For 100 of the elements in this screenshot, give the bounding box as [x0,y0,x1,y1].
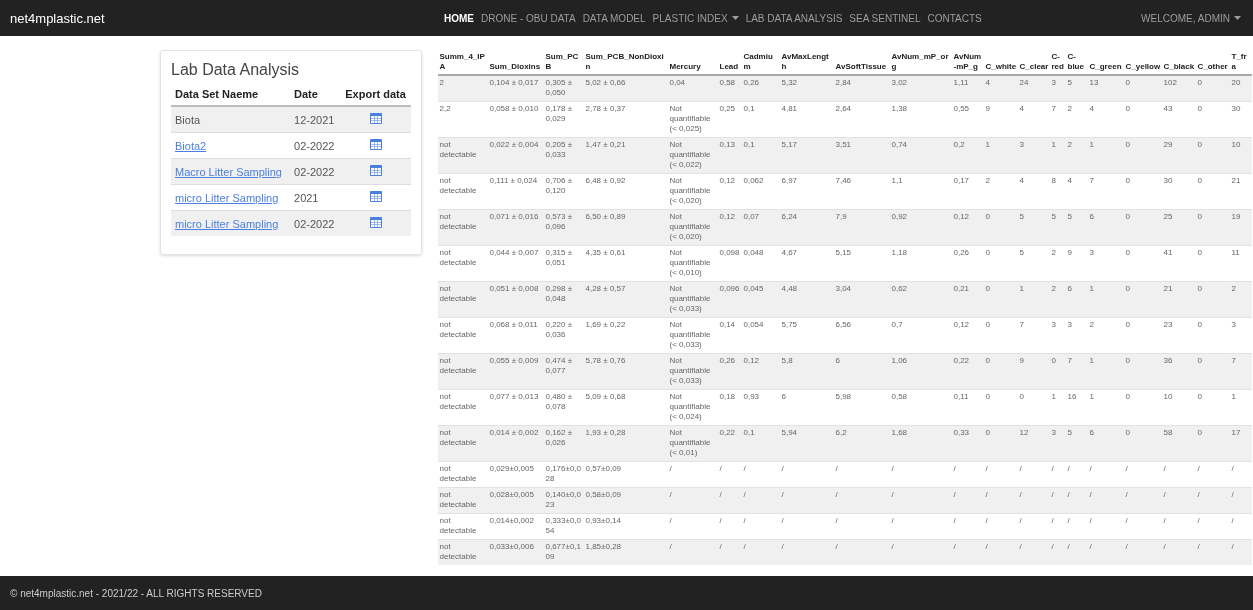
table-cell: 0 [1197,248,1202,257]
nav-link[interactable]: CONTACTS [927,12,982,24]
table-cell: 7 [1019,320,1024,329]
table-cell: 36 [1163,356,1173,365]
table-cell: / [1231,490,1234,499]
table-cell: / [719,464,722,473]
nav-link[interactable]: DATA MODEL [582,12,646,24]
table-cell: / [1051,516,1054,525]
table-cell: 6 [781,392,786,401]
table-cell: 0,1 [743,428,755,437]
table-cell: / [1163,464,1166,473]
table-cell: 6,50 ± 0,89 [585,212,626,221]
table-cell: 0,104 ± 0,017 [489,78,539,87]
table-cell: 0,305 ± 0,050 [545,78,573,97]
caret-icon [1234,16,1241,20]
table-cell: 2,78 ± 0,37 [585,104,626,113]
table-cell: / [1163,490,1166,499]
table-cell: 0,12 [953,320,970,329]
table-cell: not detectable [439,428,477,447]
table-cell: 0,17 [953,176,970,185]
table-cell: 11 [1231,248,1240,257]
table-cell: / [1231,464,1234,473]
table-cell: 4,67 [781,248,798,257]
site-brand[interactable]: net4mplastic.net [10,10,105,26]
nav-link[interactable]: SEA SENTINEL [849,12,921,24]
table-cell: 1,38 [891,104,908,113]
dataset-link[interactable]: Biota2 [175,139,207,152]
table-cell: not detectable [439,356,477,375]
table-cell: 2 [1051,248,1056,257]
table-cell: 5,15 [835,248,852,257]
table-cell: 0,58±0,09 [585,490,622,499]
table-cell: 4,81 [781,104,798,113]
table-cell: 7 [1051,104,1056,113]
table-cell: 0,098 [719,248,740,257]
export-table-icon[interactable] [369,191,382,202]
table-cell: 0,045 [743,284,764,293]
table-cell: / [985,464,988,473]
table-cell: 0 [985,356,990,365]
table-cell: 0,1 [743,104,755,113]
table-cell: 0,055 ± 0,009 [489,356,539,365]
nav-link[interactable]: DRONE - OBU DATA [481,12,576,24]
table-cell: 6,48 ± 0,92 [585,176,626,185]
table-cell: 3 [1019,140,1024,149]
table-cell: / [781,516,784,525]
nav-link[interactable]: PLASTIC INDEX [652,12,739,24]
export-table-icon[interactable] [369,165,382,176]
table-cell: 0,26 [719,356,736,365]
table-cell: 0 [985,212,990,221]
table-cell: 4 [1019,176,1024,185]
table-cell: 0,054 [743,320,764,329]
table-cell: 1,93 ± 0,28 [585,428,626,437]
nav-link[interactable]: LAB DATA ANALYSIS [745,12,843,24]
table-cell: 2 [1067,140,1072,149]
table-cell: 0,74 [891,140,908,149]
table-cell: 7,9 [835,212,847,221]
table-cell: / [1089,516,1092,525]
table-cell: 1,1 [891,176,903,185]
export-table-icon[interactable] [369,217,382,228]
table-cell: 0,25 [719,104,736,113]
dataset-link[interactable]: micro Litter Sampling [175,191,279,204]
table-cell: 9 [1019,356,1024,365]
table-cell: 19 [1231,212,1241,221]
table-cell: Not quantifiable (< 0,020) [669,212,711,241]
table-cell: 0,480 ± 0,078 [545,392,573,411]
nav-link[interactable]: HOME [444,12,474,24]
dataset-date: 12-2021 [294,113,335,126]
table-cell: 0 [1197,78,1202,87]
table-cell: 0 [1197,212,1202,221]
table-cell: 0,220 ± 0,036 [545,320,573,339]
table-cell: / [1197,464,1200,473]
table-cell: / [743,464,746,473]
table-cell: not detectable [439,320,477,339]
table-cell: 0,014±0,002 [489,516,534,525]
table-cell: / [1051,490,1054,499]
table-cell: / [1051,542,1054,551]
table-cell: 4 [1089,104,1094,113]
user-menu[interactable]: WELCOME, ADMIN [1141,12,1241,24]
table-cell: 0,58 [719,78,736,87]
table-cell: 43 [1163,104,1173,113]
table-cell: 0,315 ± 0,051 [545,248,573,267]
table-cell: / [1019,516,1022,525]
table-cell: 4 [985,78,990,87]
table-cell: 0,178 ± 0,029 [545,104,573,123]
table-cell: 2,2 [439,104,451,113]
table-cell: not detectable [439,284,477,303]
table-cell: 5,78 ± 0,76 [585,356,626,365]
table-cell: / [1125,464,1128,473]
export-table-icon[interactable] [369,139,382,150]
table-cell: 7,46 [835,176,852,185]
caret-icon [731,16,739,20]
table-cell: / [781,490,784,499]
table-cell: 6 [1089,428,1094,437]
table-cell: 5,32 [781,78,798,87]
table-cell: / [1067,516,1070,525]
table-cell: 1 [1051,392,1056,401]
table-cell: 21 [1231,176,1241,185]
export-table-icon[interactable] [369,113,382,124]
table-cell: 12 [1019,428,1029,437]
table-cell: 0,22 [719,428,736,437]
table-cell: 0,1 [743,140,755,149]
